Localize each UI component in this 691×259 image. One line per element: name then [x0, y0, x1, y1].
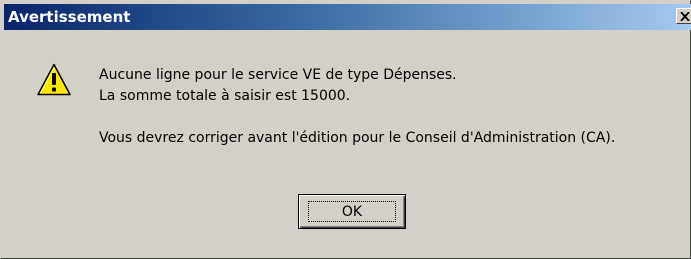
dialog-title: Avertissement: [8, 8, 131, 26]
title-bar[interactable]: Avertissement: [4, 4, 691, 30]
message-text: Aucune ligne pour le service VE de type …: [99, 65, 615, 149]
close-button[interactable]: [676, 8, 691, 24]
ok-button[interactable]: OK: [298, 194, 406, 229]
message-line-2: La somme totale à saisir est 15000.: [99, 88, 351, 104]
warning-dialog: Avertissement Aucune ligne pour le servi…: [0, 0, 691, 259]
warning-icon: [37, 63, 71, 96]
close-icon: [680, 12, 690, 21]
message-line-3: Vous devrez corriger avant l'édition pou…: [99, 130, 616, 146]
message-spacer: [99, 107, 615, 128]
message-line-1: Aucune ligne pour le service VE de type …: [99, 67, 457, 83]
ok-button-label: OK: [341, 204, 363, 220]
